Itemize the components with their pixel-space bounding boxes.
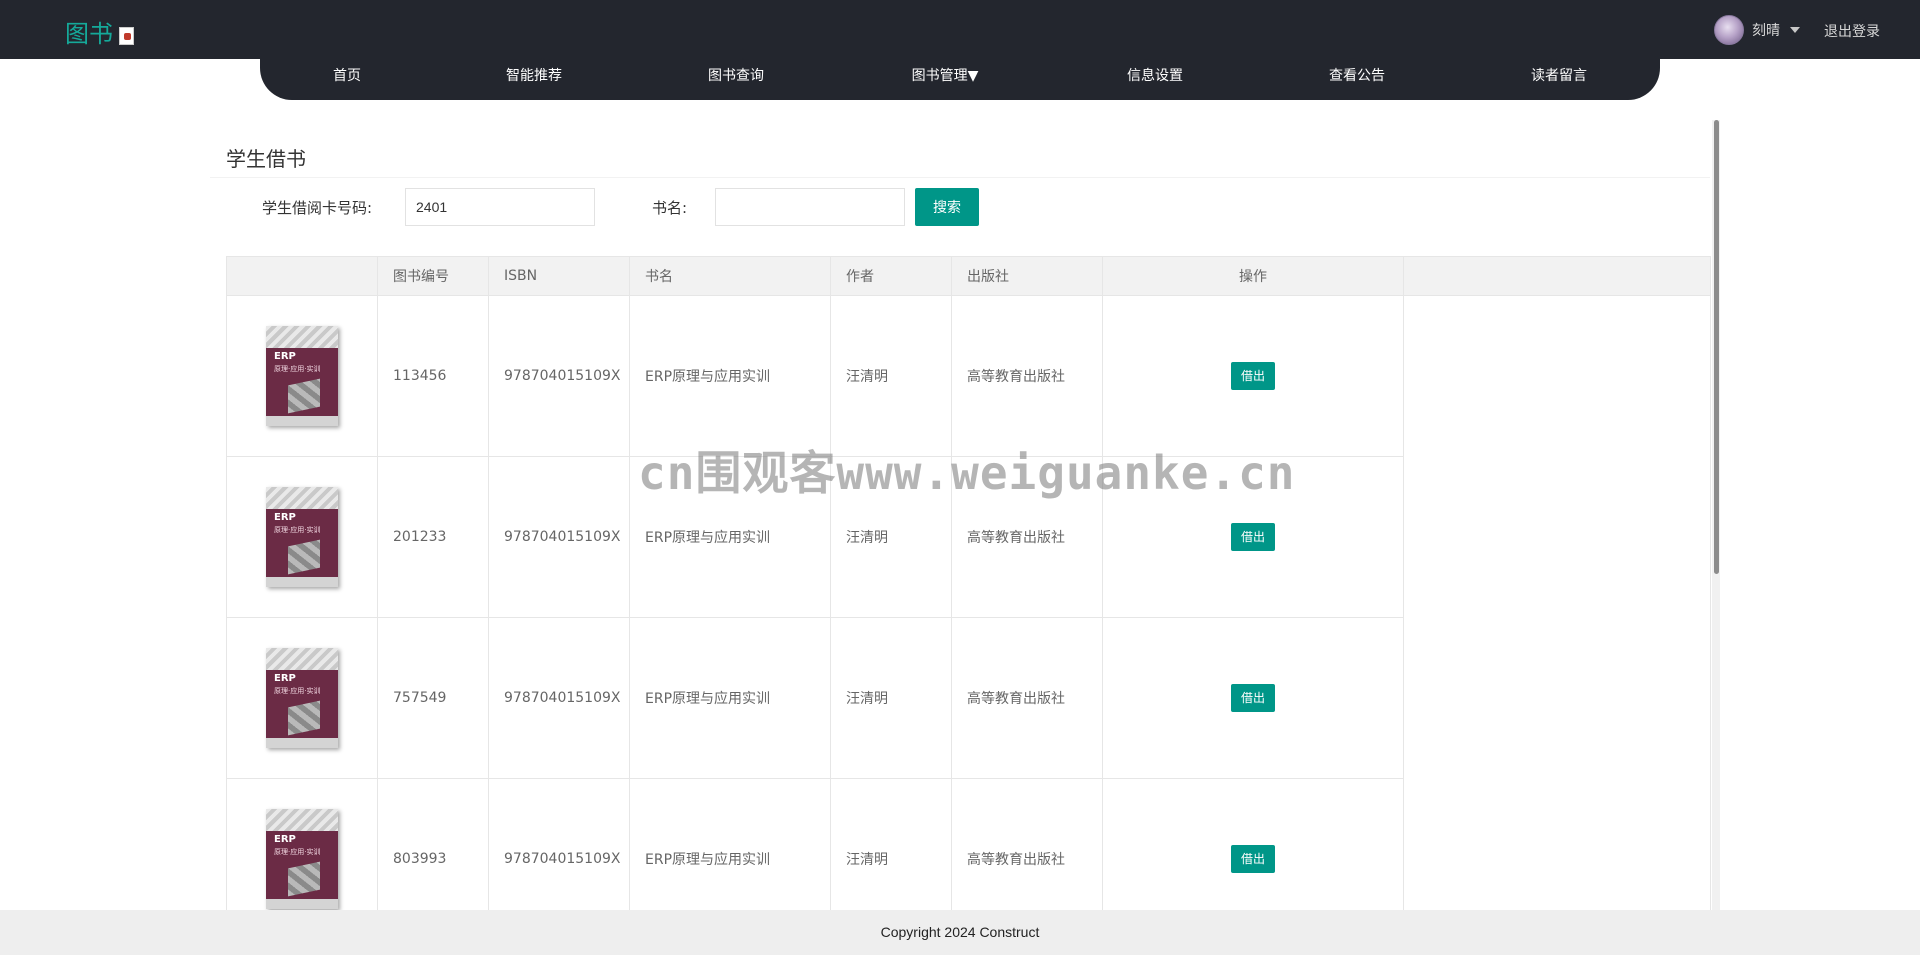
cover-title: ERP <box>274 351 296 362</box>
book-id-cell: 757549 <box>377 617 489 779</box>
col-publisher: 出版社 <box>951 256 1103 296</box>
book-id-cell: 201233 <box>377 456 489 618</box>
cover-title: ERP <box>274 673 296 684</box>
book-name-input[interactable] <box>715 188 905 226</box>
table-row: ERP 原理·应用·实训 113456 978704015109X ERP原理与… <box>226 295 1711 457</box>
book-cover-image[interactable]: ERP 原理·应用·实训 <box>266 326 338 426</box>
col-author: 作者 <box>830 256 952 296</box>
book-id-cell: 113456 <box>377 295 489 457</box>
nav-item-book-manage[interactable]: 图书管理▼ <box>912 62 979 90</box>
isbn-cell: 978704015109X <box>488 295 630 457</box>
book-cover-image[interactable]: ERP 原理·应用·实训 <box>266 648 338 748</box>
table-header-row: 图书编号 ISBN 书名 作者 出版社 操作 <box>226 256 1711 296</box>
footer: Copyright 2024 Construct <box>0 910 1920 955</box>
publisher-cell: 高等教育出版社 <box>951 295 1103 457</box>
watermark-text: cn围观客www.weiguanke.cn <box>638 446 1296 500</box>
spacer-cell <box>1403 456 1711 618</box>
author-cell: 汪清明 <box>830 617 952 779</box>
logout-link[interactable]: 退出登录 <box>1824 21 1880 41</box>
page-title: 学生借书 <box>226 147 306 171</box>
chevron-down-icon[interactable] <box>1790 27 1800 33</box>
isbn-cell: 978704015109X <box>488 617 630 779</box>
col-book-id: 图书编号 <box>377 256 489 296</box>
cover-cell: ERP 原理·应用·实训 <box>226 295 378 457</box>
main-nav: 首页 智能推荐 图书查询 图书管理▼ 信息设置 查看公告 读者留言 <box>260 56 1660 100</box>
borrow-button[interactable]: 借出 <box>1231 523 1275 551</box>
cover-subtitle: 原理·应用·实训 <box>274 526 321 534</box>
cover-subtitle: 原理·应用·实训 <box>274 365 321 373</box>
cover-title: ERP <box>274 512 296 523</box>
book-cover-image[interactable]: ERP 原理·应用·实训 <box>266 809 338 909</box>
publisher-cell: 高等教育出版社 <box>951 617 1103 779</box>
cover-cell: ERP 原理·应用·实训 <box>226 617 378 779</box>
app-logo-text[interactable]: 图书 <box>65 14 113 49</box>
cover-subtitle: 原理·应用·实训 <box>274 687 321 695</box>
action-cell: 借出 <box>1102 617 1404 779</box>
nav-item-messages[interactable]: 读者留言 <box>1531 62 1587 90</box>
col-cover <box>226 256 378 296</box>
avatar[interactable] <box>1714 15 1744 45</box>
title-cell: ERP原理与应用实训 <box>629 295 831 457</box>
cover-subtitle: 原理·应用·实训 <box>274 848 321 856</box>
user-menu[interactable]: 刻晴 <box>1714 15 1800 45</box>
borrow-button[interactable]: 借出 <box>1231 684 1275 712</box>
nav-item-home[interactable]: 首页 <box>333 62 361 90</box>
action-cell: 借出 <box>1102 295 1404 457</box>
card-number-input[interactable] <box>405 188 595 226</box>
copyright-text: Copyright 2024 Construct <box>880 924 1040 940</box>
nav-item-book-search[interactable]: 图书查询 <box>708 62 764 90</box>
book-name-label: 书名: <box>652 199 688 217</box>
col-title: 书名 <box>629 256 831 296</box>
col-action: 操作 <box>1102 256 1404 296</box>
isbn-cell: 978704015109X <box>488 456 630 618</box>
top-header: 图书 刻晴 退出登录 <box>0 0 1920 59</box>
table-row: ERP 原理·应用·实训 757549 978704015109X ERP原理与… <box>226 617 1711 779</box>
title-divider <box>210 177 1710 178</box>
cover-title: ERP <box>274 834 296 845</box>
spacer-cell <box>1403 295 1711 457</box>
borrow-button[interactable]: 借出 <box>1231 362 1275 390</box>
cover-cell: ERP 原理·应用·实训 <box>226 456 378 618</box>
borrow-button[interactable]: 借出 <box>1231 845 1275 873</box>
card-number-label: 学生借阅卡号码: <box>262 199 373 217</box>
author-cell: 汪清明 <box>830 295 952 457</box>
col-isbn: ISBN <box>488 256 630 296</box>
spacer-cell <box>1403 617 1711 779</box>
scrollbar-thumb[interactable] <box>1714 120 1719 574</box>
title-cell: ERP原理与应用实训 <box>629 617 831 779</box>
nav-item-settings[interactable]: 信息设置 <box>1127 62 1183 90</box>
user-name[interactable]: 刻晴 <box>1752 20 1780 40</box>
broken-image-icon <box>119 27 134 45</box>
col-spacer <box>1403 256 1711 296</box>
nav-item-recommend[interactable]: 智能推荐 <box>506 62 562 90</box>
books-table: 图书编号 ISBN 书名 作者 出版社 操作 ERP 原理·应用·实训 1134… <box>226 256 1711 940</box>
book-cover-image[interactable]: ERP 原理·应用·实训 <box>266 487 338 587</box>
nav-item-notices[interactable]: 查看公告 <box>1329 62 1385 90</box>
main-content: 学生借书 学生借阅卡号码: 书名: 搜索 图书编号 ISBN 书名 作者 出版社… <box>210 120 1711 940</box>
search-button[interactable]: 搜索 <box>915 188 979 226</box>
